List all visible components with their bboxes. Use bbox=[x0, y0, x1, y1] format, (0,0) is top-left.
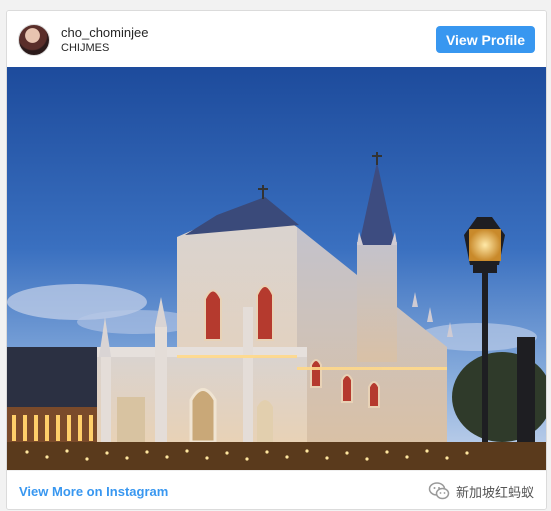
watermark-text: 新加坡红蚂蚁 bbox=[455, 484, 534, 500]
wechat-icon bbox=[428, 482, 450, 500]
watermark: 新加坡红蚂蚁 bbox=[428, 480, 534, 502]
post-footer: View More on Instagram 新加坡红蚂蚁 bbox=[7, 470, 546, 509]
location-label[interactable]: CHIJMES bbox=[61, 42, 109, 54]
avatar[interactable] bbox=[18, 24, 50, 56]
chapel-photo-illustration bbox=[7, 67, 546, 470]
instagram-embed-card: cho_chominjee CHIJMES View Profile View … bbox=[6, 10, 547, 510]
view-profile-button[interactable]: View Profile bbox=[436, 26, 535, 53]
post-photo[interactable] bbox=[7, 67, 546, 470]
post-header: cho_chominjee CHIJMES View Profile bbox=[7, 11, 546, 67]
username[interactable]: cho_chominjee bbox=[61, 25, 148, 40]
view-more-on-instagram-link[interactable]: View More on Instagram bbox=[19, 484, 168, 499]
